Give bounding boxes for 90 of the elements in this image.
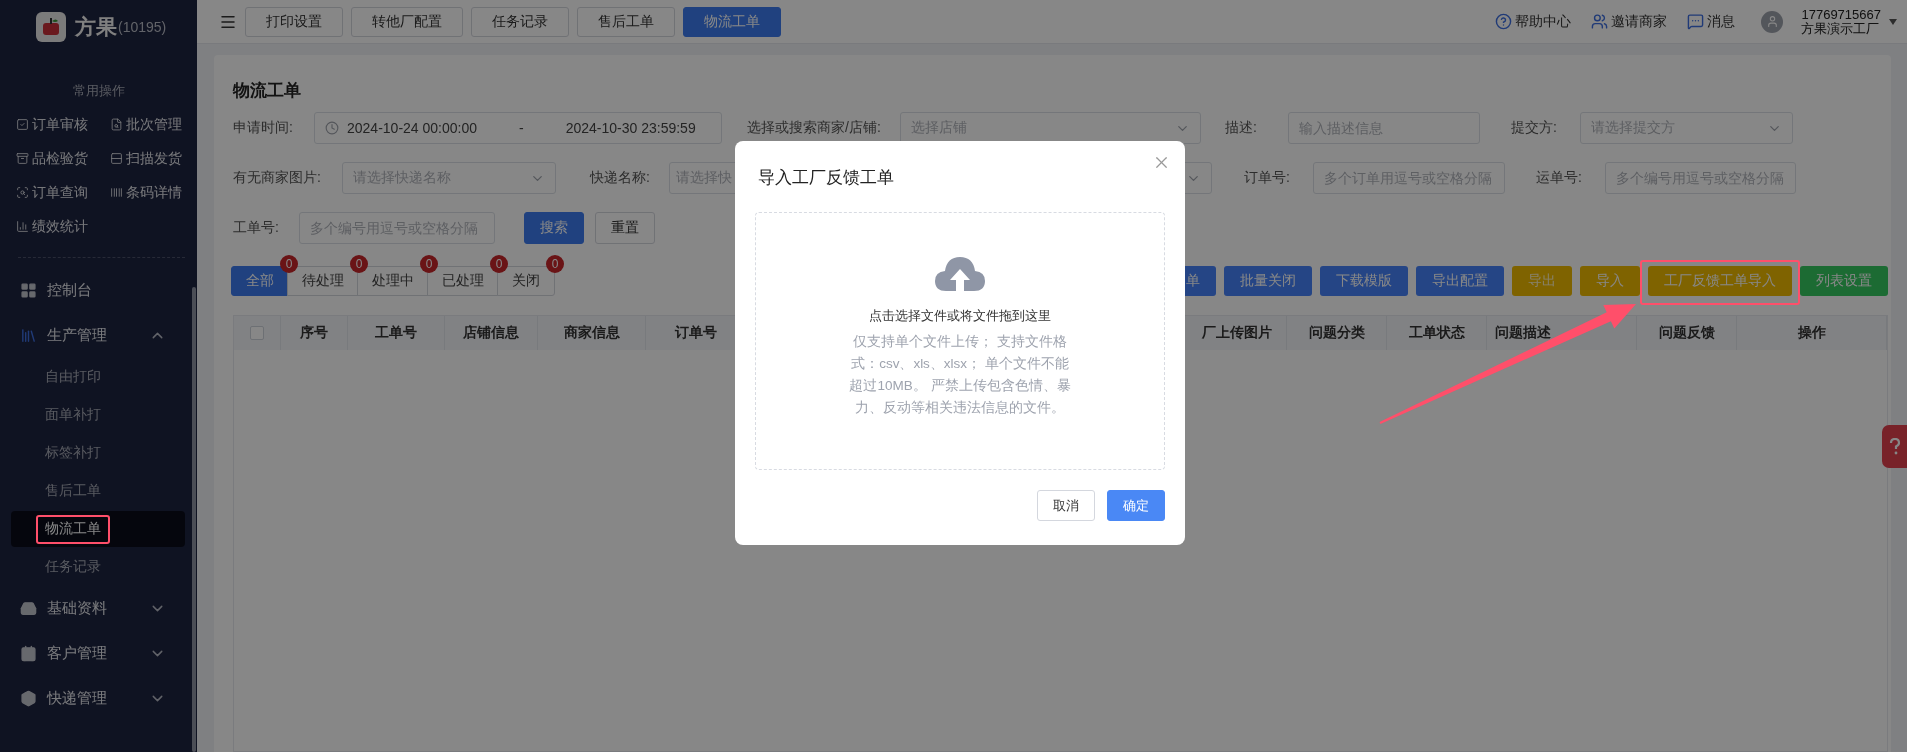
action-button[interactable]: 导出配置 xyxy=(1416,266,1504,296)
header-link[interactable]: 消息 xyxy=(1687,12,1736,31)
quick-action[interactable]: 批次管理 xyxy=(110,114,196,135)
header-link[interactable]: 邀请商家 xyxy=(1591,12,1668,31)
question-icon xyxy=(1888,437,1901,456)
count-badge: 0 xyxy=(350,255,368,273)
menu-label: 客户管理 xyxy=(47,644,108,663)
submenu-item[interactable]: 物流工单 xyxy=(11,511,185,547)
quick-action[interactable]: 绩效统计 xyxy=(16,216,110,237)
action-button[interactable]: 批量关闭 xyxy=(1224,266,1312,296)
user-name: 方果演示工厂 xyxy=(1801,21,1881,36)
select-all-checkbox[interactable] xyxy=(250,326,264,340)
date-range-field[interactable]: 2024-10-24 00:00:00 - 2024-10-30 23:59:59 xyxy=(314,112,722,144)
menu-item[interactable]: 基础资料 xyxy=(0,586,186,631)
help-icon xyxy=(1495,13,1513,30)
message-icon xyxy=(1687,13,1705,30)
menu-label: 控制台 xyxy=(47,281,93,300)
confirm-button[interactable]: 确定 xyxy=(1107,490,1165,521)
field-label: 描述: xyxy=(1225,119,1258,137)
field-label: 订单号: xyxy=(1244,169,1291,187)
menu-label: 生产管理 xyxy=(47,326,108,345)
page-tab[interactable]: 转他厂配置 xyxy=(351,6,463,37)
header-link[interactable]: 帮助中心 xyxy=(1495,12,1572,31)
user-icon xyxy=(1765,15,1779,28)
field-label: 有无商家图片: xyxy=(233,169,322,187)
checkbox-icon xyxy=(16,118,29,131)
brand-code: (10195) xyxy=(118,19,167,35)
grid-icon xyxy=(20,282,37,299)
field-label: 选择或搜索商家/店铺: xyxy=(747,119,882,137)
submenu-item[interactable]: 任务记录 xyxy=(11,549,185,585)
field-label: 提交方: xyxy=(1511,119,1558,137)
start-date: 2024-10-24 00:00:00 xyxy=(347,120,477,136)
books-icon xyxy=(20,327,37,344)
brand-name: 方果 xyxy=(75,14,117,40)
chart-icon xyxy=(16,220,29,233)
action-button[interactable]: 下载模版 xyxy=(1320,266,1408,296)
search-document-icon xyxy=(110,118,123,131)
page-title: 物流工单 xyxy=(233,80,302,102)
box-icon xyxy=(16,152,29,165)
submenu-item[interactable]: 售后工单 xyxy=(11,473,185,509)
avatar[interactable] xyxy=(1761,10,1784,33)
quick-action[interactable]: 扫描发货 xyxy=(110,148,196,169)
count-badge: 0 xyxy=(420,255,438,273)
clock-icon xyxy=(325,121,339,135)
count-badge: 0 xyxy=(280,255,298,273)
upload-hint: 仅支持单个文件上传； 支持文件格式：csv、xls、xlsx； 单个文件不能超过10MB。 严禁上传包含色情、暴力、反动等相关违法信息的文件。 xyxy=(848,333,1072,417)
dialog-title: 导入工厂反馈工单 xyxy=(758,167,894,189)
scrollbar-thumb[interactable] xyxy=(192,287,196,752)
submenu-item[interactable]: 标签补打 xyxy=(11,435,185,471)
range-separator: - xyxy=(519,120,524,136)
upload-dropzone[interactable]: 点击选择文件或将文件拖到这里 仅支持单个文件上传； 支持文件格式：csv、xls、xlsx； 单个文件不能超过10MB。 严禁上传包含色情、暴力、反动等相关违法信息的文件。 xyxy=(755,212,1165,470)
page-tab[interactable]: 任务记录 xyxy=(471,6,569,37)
user-phone: 17769715667 xyxy=(1801,7,1881,22)
barcode-icon xyxy=(110,186,123,199)
logo-icon xyxy=(36,12,66,42)
search-button[interactable]: 搜索 xyxy=(524,212,584,244)
package-icon xyxy=(20,690,37,707)
field-label: 工单号: xyxy=(233,219,280,237)
cloud-upload-icon xyxy=(934,255,986,293)
users-icon xyxy=(1591,13,1609,30)
rows-icon xyxy=(110,152,123,165)
field-label: 快递名称: xyxy=(590,169,651,187)
menu-item[interactable]: 控制台 xyxy=(0,268,186,313)
search-icon xyxy=(16,186,29,199)
quick-action[interactable]: 订单审核 xyxy=(16,114,110,135)
section-title: 常用操作 xyxy=(71,82,126,100)
reset-button[interactable]: 重置 xyxy=(595,212,655,244)
quick-action[interactable]: 订单查询 xyxy=(16,182,110,203)
field-label: 运单号: xyxy=(1536,169,1583,187)
status-tab[interactable]: 全部 xyxy=(231,266,289,296)
cancel-button[interactable]: 取消 xyxy=(1037,490,1095,521)
page-tab[interactable]: 打印设置 xyxy=(245,6,343,37)
menu-label: 基础资料 xyxy=(47,599,108,618)
upload-prompt: 点击选择文件或将文件拖到这里 xyxy=(869,307,1051,325)
count-badge: 0 xyxy=(490,255,508,273)
page-tab[interactable]: 物流工单 xyxy=(683,6,781,37)
quick-action[interactable]: 条码详情 xyxy=(110,182,196,203)
help-tab[interactable] xyxy=(1882,425,1907,468)
menu-label: 快递管理 xyxy=(47,689,108,708)
menu-item[interactable]: 快递管理 xyxy=(0,676,186,721)
quick-action[interactable]: 品检验货 xyxy=(16,148,110,169)
count-badge: 0 xyxy=(546,255,564,273)
end-date: 2024-10-30 23:59:59 xyxy=(565,120,696,136)
menu-item[interactable]: 客户管理 xyxy=(0,631,186,676)
menu-item[interactable]: 生产管理 xyxy=(0,313,186,358)
submenu-item[interactable]: 面单补打 xyxy=(11,397,185,433)
submenu-item[interactable]: 自由打印 xyxy=(11,359,185,395)
field-label: 申请时间: xyxy=(233,119,294,137)
page-tab[interactable]: 售后工单 xyxy=(577,6,675,37)
caret-icon[interactable] xyxy=(1889,18,1897,25)
